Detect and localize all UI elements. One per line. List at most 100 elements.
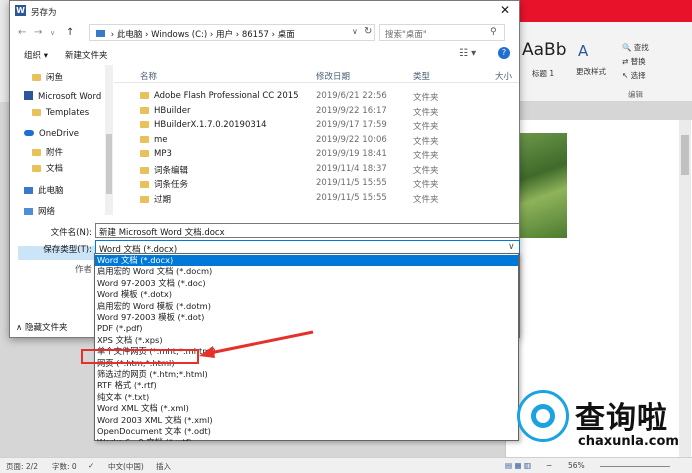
nav-item-xianyu[interactable]: 闲鱼 [32,71,63,83]
nav-item-onedrive[interactable]: OneDrive [24,129,79,139]
nav-item-network[interactable]: 网络 [24,205,55,217]
col-date[interactable]: 修改日期 [316,70,350,82]
nav-item-word[interactable]: Microsoft Word [24,91,101,102]
hide-folders-button[interactable]: ∧ 隐藏文件夹 [16,321,67,333]
replace-button[interactable]: ⇄ 替换 [622,56,646,67]
address-bar: ← → ∨ ↑ › 此电脑 › Windows (C:) › 用户 › 8615… [10,21,519,43]
path-breadcrumb[interactable]: › 此电脑 › Windows (C:) › 用户 › 86157 › 桌面 ∨… [89,24,375,41]
pc-icon [24,187,33,194]
word-ribbon: AaBb 标题 1 A 更改样式 🔍 查找 ⇄ 替换 ↖ 选择 编辑 [520,22,692,102]
nav-item-templates[interactable]: Templates [32,108,89,118]
nav-item-this-pc[interactable]: 此电脑 [24,184,64,196]
filetype-option[interactable]: Word 97-2003 模板 (*.dot) [95,312,518,323]
crumb-pc[interactable]: 此电脑 [117,30,143,40]
watermark-logo-icon [517,390,569,442]
recent-dropdown-icon[interactable]: ∨ [50,29,55,37]
change-style-button[interactable]: 更改样式 [576,66,606,77]
style-label: 标题 1 [532,69,555,78]
dialog-titlebar: W 另存为 ✕ [10,1,519,21]
filetype-option[interactable]: 启用宏的 Word 文档 (*.docm) [95,266,518,277]
crumb-c[interactable]: Windows (C:) [151,30,207,40]
up-icon[interactable]: ↑ [66,27,74,38]
filetype-option[interactable]: RTF 格式 (*.rtf) [95,380,518,391]
filetype-option[interactable]: Word 97-2003 文档 (*.doc) [95,278,518,289]
file-row[interactable]: MP3 2019/9/19 18:41 文件夹 [114,147,519,162]
chevron-down-icon: ∨ [508,242,515,252]
view-icons[interactable]: ▤ ▦ ▥ [505,461,531,470]
status-bar: 页面: 2/2 字数: 0 ✓ 中文(中国) 插入 ▤ ▦ ▥ − 56% [0,457,692,473]
change-style-icon: A [578,42,589,60]
help-icon[interactable]: ? [498,47,510,59]
filetype-option[interactable]: Word 文档 (*.docx) [95,255,518,267]
file-row[interactable]: 过期 2019/11/5 15:55 文件夹 [114,191,519,206]
style-preview[interactable]: AaBb [522,40,567,60]
filetype-option[interactable]: Works 6 - 9 文档 (*.wtf) [95,437,518,441]
search-input[interactable]: 搜索"桌面" ⚲ [379,24,505,41]
nav-item-attachments[interactable]: 附件 [32,146,63,158]
watermark-text: 查询啦 [575,401,668,436]
document-photo [512,133,567,238]
zoom-level[interactable]: 56% [568,461,585,470]
filetype-option[interactable]: OpenDocument 文本 (*.odt) [95,426,518,437]
col-size[interactable]: 大小 [495,70,512,82]
file-row[interactable]: HBuilder 2019/9/22 16:17 文件夹 [114,104,519,119]
filename-label: 文件名(N): [50,228,92,238]
word-count: 字数: 0 [52,462,77,471]
new-folder-button[interactable]: 新建文件夹 [65,49,108,61]
file-row[interactable]: me 2019/9/22 10:06 文件夹 [114,133,519,148]
file-row[interactable]: Adobe Flash Professional CC 2015 2019/6/2… [114,89,519,104]
col-name[interactable]: 名称 [140,70,157,82]
refresh-icon[interactable]: ↻ [364,26,372,37]
back-icon[interactable]: ← [18,27,26,38]
file-row[interactable]: HBuilderX.1.7.0.20190314 2019/9/17 17:59 文… [114,118,519,133]
filetype-option[interactable]: 筛选过的网页 (*.htm;*.html) [95,369,518,380]
nav-scrollbar-thumb[interactable] [106,134,112,194]
select-button[interactable]: ↖ 选择 [622,70,646,81]
folder-icon [140,181,149,188]
nav-item-documents[interactable]: 文档 [32,162,63,174]
dialog-toolbar: 组织 ▾ 新建文件夹 ☷ ▾ ? [10,45,519,65]
folder-icon [32,165,41,172]
find-button[interactable]: 🔍 查找 [622,42,649,53]
highlight-box [81,349,199,364]
dialog-title: 另存为 [31,8,57,18]
crumb-desktop[interactable]: 桌面 [278,30,295,40]
navigation-pane: 闲鱼 Microsoft Word Templates OneDrive 附件 … [10,65,104,260]
filename-field[interactable]: 新建 Microsoft Word 文档.docx [95,223,520,238]
file-row[interactable]: 词条编辑 2019/11/4 18:37 文件夹 [114,162,519,177]
filetype-option[interactable]: Word XML 文档 (*.xml) [95,403,518,414]
filetype-label: 保存类型(T): [43,245,92,255]
filetype-option[interactable]: Word 2003 XML 文档 (*.xml) [95,415,518,426]
organize-button[interactable]: 组织 ▾ [24,49,48,61]
column-headers: 名称 修改日期 类型 大小 [114,65,519,83]
filetype-option[interactable]: 启用宏的 Word 模板 (*.dotm) [95,301,518,312]
filetype-option[interactable]: 纯文本 (*.txt) [95,392,518,403]
close-button[interactable]: ✕ [500,3,510,17]
word-icon [24,91,33,100]
forward-icon[interactable]: → [34,27,42,38]
folder-icon [140,106,149,114]
onedrive-icon [24,130,34,136]
annotation-arrow [199,330,314,358]
zoom-slider[interactable] [600,466,670,467]
folder-icon [140,166,149,174]
proofing-icon: ✓ [88,461,95,470]
crumb-users[interactable]: 用户 [216,30,233,40]
language[interactable]: 中文(中国) [108,461,144,472]
file-list: 名称 修改日期 类型 大小 Adobe Flash Professional C… [114,65,519,215]
folder-icon [32,74,41,81]
filetype-option[interactable]: Word 模板 (*.dotx) [95,289,518,300]
folder-icon [140,92,149,99]
folder-icon [140,135,149,143]
view-options-icon[interactable]: ☷ ▾ [459,48,476,59]
folder-icon [32,149,41,156]
scrollbar-thumb[interactable] [681,135,689,175]
crumb-user[interactable]: 86157 [242,30,269,40]
path-dropdown-icon[interactable]: ∨ [352,27,358,36]
col-type[interactable]: 类型 [413,70,430,82]
zoom-out-icon[interactable]: − [546,461,552,470]
author-label: 作者 [74,265,92,275]
folder-icon [140,195,149,203]
file-row[interactable]: 词条任务 2019/11/5 15:55 文件夹 [114,176,519,191]
insert-mode[interactable]: 插入 [156,461,171,472]
